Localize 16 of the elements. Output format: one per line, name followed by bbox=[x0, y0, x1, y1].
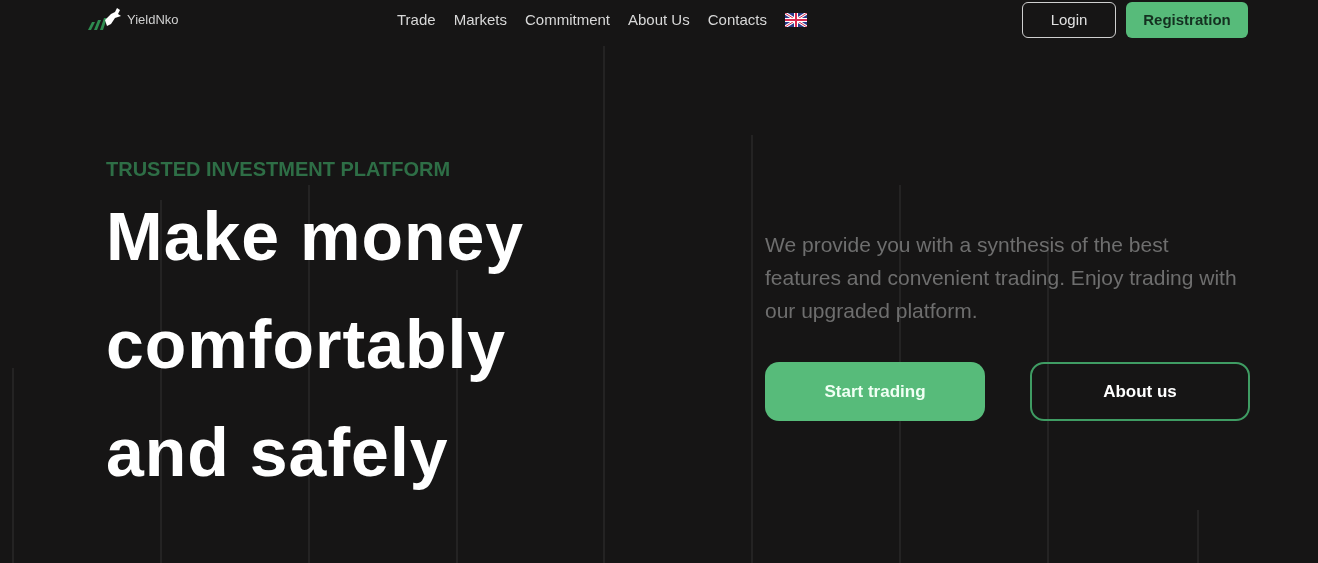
headline-line: and safely bbox=[106, 413, 450, 492]
login-button[interactable]: Login bbox=[1022, 2, 1116, 38]
nav-link[interactable]: Contacts bbox=[707, 8, 767, 32]
nav-link[interactable]: Trade bbox=[397, 8, 436, 32]
registration-button[interactable]: Registration bbox=[1126, 2, 1248, 38]
logo-text: YieldNko bbox=[127, 11, 179, 30]
headline-line: Make money bbox=[106, 197, 526, 276]
about-us-button[interactable]: About us bbox=[1030, 362, 1250, 421]
headline-line: comfortably bbox=[106, 305, 508, 384]
nav-link[interactable]: Commitment bbox=[525, 8, 610, 32]
eyebrow-text: TRUSTED INVESTMENT PLATFORM bbox=[106, 157, 452, 182]
nav-link[interactable]: About Us bbox=[628, 8, 690, 32]
description-text: We provide you with a synthesis of the best features and convenient trading. Enjoy trading with our upgraded platform. bbox=[765, 232, 1238, 324]
flag-icon[interactable] bbox=[784, 13, 807, 27]
nav-link[interactable]: Markets bbox=[453, 8, 507, 32]
logo-icon bbox=[87, 8, 123, 32]
